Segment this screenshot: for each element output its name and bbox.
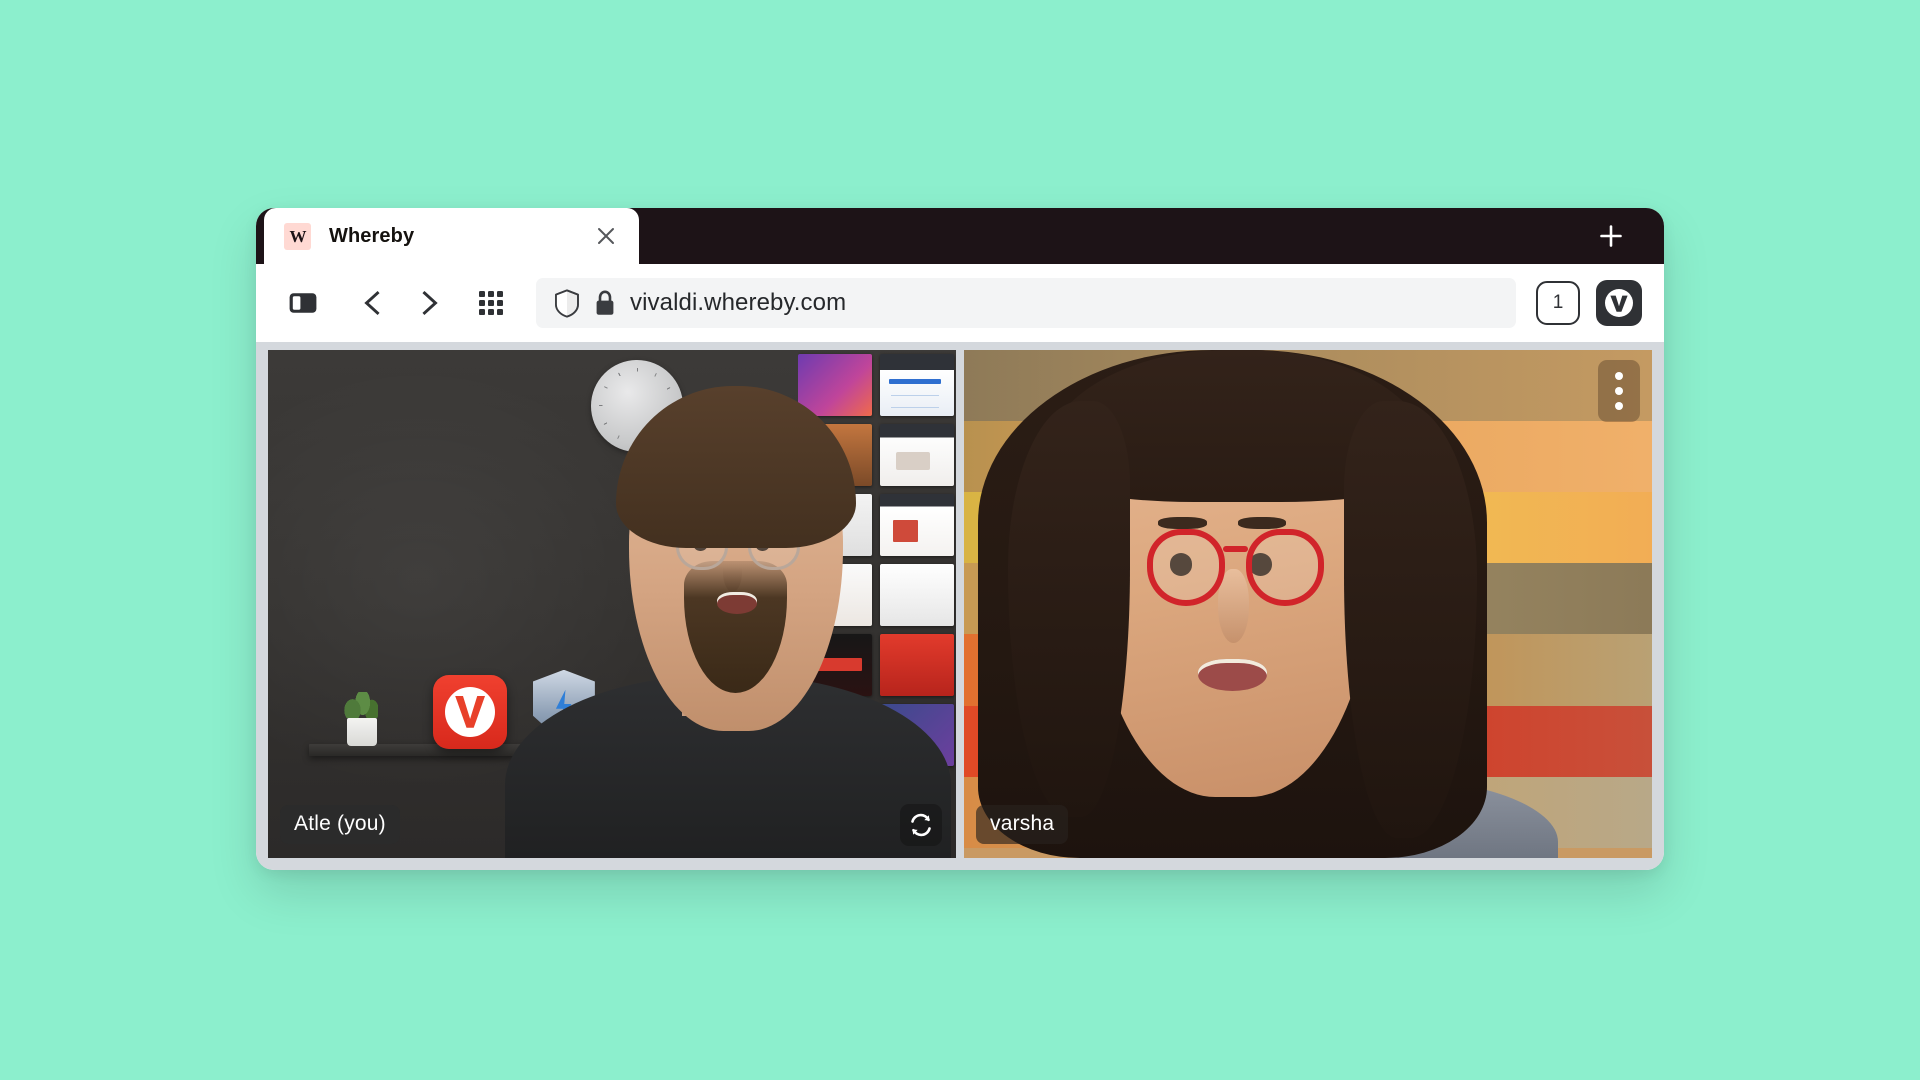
plant-pot bbox=[347, 718, 378, 747]
url-text: vivaldi.whereby.com bbox=[630, 289, 847, 316]
new-tab-button[interactable] bbox=[1594, 219, 1628, 253]
whereby-meeting-page: Atle (you) bbox=[256, 342, 1664, 870]
favicon-letter: W bbox=[289, 226, 307, 246]
browser-window: W Whereby vivaldi.whereby.com 1 V Atle (… bbox=[256, 208, 1664, 870]
vivaldi-logo-icon[interactable] bbox=[1596, 280, 1642, 326]
video-tile-varsha[interactable]: varsha bbox=[964, 350, 1652, 858]
shield-icon[interactable] bbox=[554, 289, 580, 318]
close-icon[interactable] bbox=[591, 221, 621, 251]
vivaldi-logo-decoration bbox=[433, 674, 508, 749]
tab-bar: W Whereby bbox=[256, 208, 1664, 264]
video-tile-self[interactable]: Atle (you) bbox=[268, 350, 956, 858]
lock-icon[interactable] bbox=[594, 289, 616, 317]
self-participant-figure bbox=[504, 350, 951, 858]
participant-name-label: Atle (you) bbox=[280, 805, 400, 844]
address-bar[interactable]: vivaldi.whereby.com bbox=[536, 278, 1516, 328]
plant-leaves bbox=[343, 692, 378, 719]
browser-tab-whereby[interactable]: W Whereby bbox=[264, 208, 639, 264]
chevron-right-icon[interactable] bbox=[406, 280, 452, 326]
remote-participant-figure bbox=[977, 350, 1559, 858]
chevron-left-icon[interactable] bbox=[350, 280, 396, 326]
participant-name-label: varsha bbox=[976, 805, 1069, 844]
panel-toggle-icon[interactable] bbox=[280, 280, 326, 326]
whereby-favicon-icon: W bbox=[284, 222, 311, 250]
more-vertical-icon[interactable] bbox=[1598, 360, 1640, 422]
tab-counter-button[interactable]: 1 bbox=[1536, 281, 1580, 325]
grid-nine-dots-icon[interactable] bbox=[468, 280, 514, 326]
flip-camera-icon[interactable] bbox=[900, 804, 942, 846]
tab-title: Whereby bbox=[329, 224, 415, 247]
video-grid: Atle (you) bbox=[268, 350, 1652, 858]
navigation-toolbar: vivaldi.whereby.com 1 bbox=[256, 264, 1664, 342]
